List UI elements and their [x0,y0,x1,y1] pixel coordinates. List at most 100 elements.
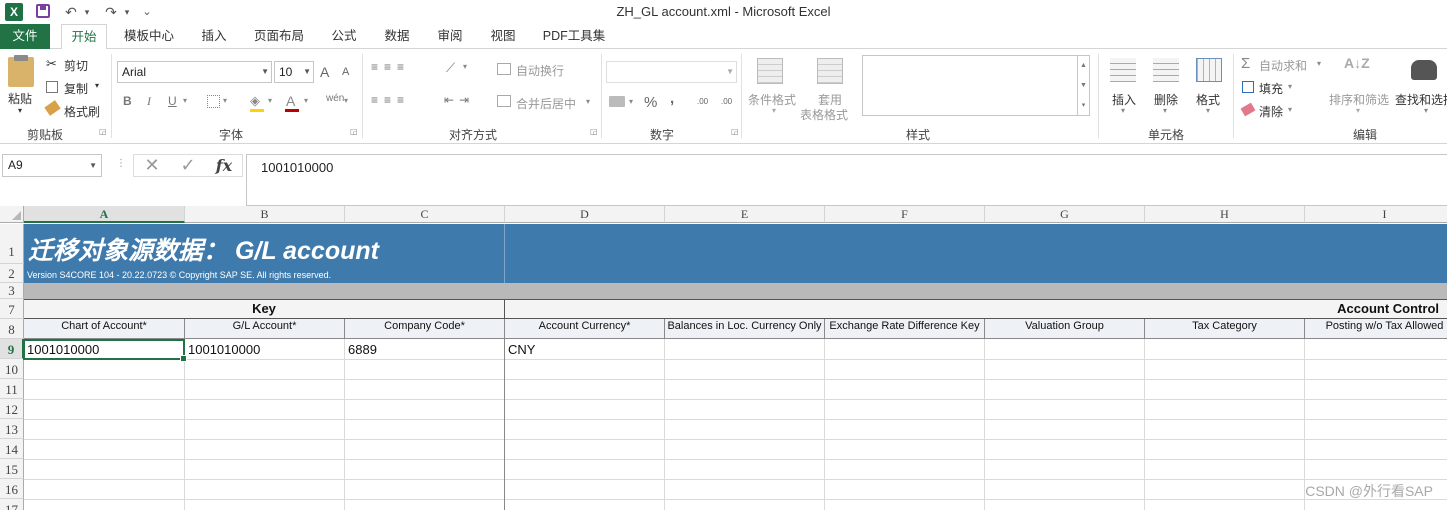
vertical-align-icons[interactable]: ≡≡≡ [371,60,410,74]
font-launcher-icon[interactable]: ◲ [350,127,358,136]
phonetic-dropdown-icon[interactable]: ▾ [344,96,348,105]
group-header-account-control[interactable]: Account Control [505,299,1447,319]
font-name-combo[interactable]: Arial ▼ [117,61,272,83]
formula-input[interactable]: 1001010000 [246,154,1447,206]
select-all-button[interactable] [0,206,24,223]
cell-c9[interactable]: 6889 [345,340,504,359]
clipboard-launcher-icon[interactable]: ◲ [99,127,107,136]
cut-button[interactable]: 剪切 [64,57,88,74]
cell-b9[interactable]: 1001010000 [185,340,344,359]
tab-insert[interactable]: 插入 [192,24,236,49]
number-format-combo[interactable]: ▼ [606,61,737,83]
delete-dropdown-icon[interactable]: ▾ [1163,106,1167,115]
paste-dropdown-icon[interactable]: ▾ [18,106,22,115]
column-header-h[interactable]: H [1145,206,1305,223]
tab-template-center[interactable]: 模板中心 [116,24,182,49]
tab-pdf-tools[interactable]: PDF工具集 [535,24,613,49]
row-header-9[interactable]: 9 [0,339,24,359]
currency-icon[interactable] [609,96,625,107]
column-header-f[interactable]: F [825,206,985,223]
cell-styles-gallery[interactable]: ▲ ▼ ▾ [862,55,1090,116]
sort-dropdown-icon[interactable]: ▾ [1356,106,1360,115]
header-posting-wo-tax[interactable]: Posting w/o Tax Allowed [1305,319,1447,339]
insert-function-icon[interactable]: fx [210,155,238,176]
fill-dropdown-icon[interactable]: ▾ [268,96,272,105]
column-header-e[interactable]: E [665,206,825,223]
format-painter-button[interactable]: 格式刷 [64,103,100,120]
orientation-icon[interactable]: ⟋ [446,60,455,76]
copy-dropdown-icon[interactable]: ▾ [95,81,99,90]
active-cell-selection[interactable] [23,339,187,362]
more-options-icon[interactable]: ⋮ [116,158,126,169]
header-account-currency[interactable]: Account Currency* [505,319,665,339]
header-balances-loc-currency[interactable]: Balances in Loc. Currency Only [665,319,825,339]
currency-dropdown-icon[interactable]: ▾ [629,97,633,106]
row-header-14[interactable]: 14 [0,439,24,459]
increase-decimal-icon[interactable]: .00 [697,97,708,106]
tab-review[interactable]: 审阅 [428,24,472,49]
header-chart-of-account[interactable]: Chart of Account* [24,319,185,339]
underline-icon[interactable]: U [168,94,177,108]
horizontal-align-icons[interactable]: ≡≡≡ [371,93,410,107]
column-header-b[interactable]: B [185,206,345,223]
italic-icon[interactable]: I [147,94,151,109]
group-header-key[interactable]: Key [24,299,505,319]
row-header-13[interactable]: 13 [0,419,24,439]
tab-view[interactable]: 视图 [481,24,525,49]
percent-icon[interactable]: % [644,94,657,111]
row-header-2[interactable]: 2 [0,264,24,283]
fill-color-icon[interactable]: ◈ [250,93,260,109]
header-exchange-rate-key[interactable]: Exchange Rate Difference Key [825,319,985,339]
insert-dropdown-icon[interactable]: ▾ [1121,106,1125,115]
find-dropdown-icon[interactable]: ▾ [1424,106,1428,115]
chevron-down-icon[interactable]: ▼ [89,155,97,176]
row-header-17[interactable]: 17 [0,499,24,510]
row-header-16[interactable]: 16 [0,479,24,499]
column-header-i[interactable]: I [1305,206,1447,223]
cell-d9[interactable]: CNY [505,340,664,359]
paste-icon[interactable] [8,57,34,87]
fill-button[interactable]: 填充 [1259,80,1283,97]
comma-icon[interactable]: , [670,90,674,107]
tab-home[interactable]: 开始 [61,24,107,50]
font-color-dropdown-icon[interactable]: ▾ [304,96,308,105]
row-header-7[interactable]: 7 [0,299,24,319]
orientation-dropdown-icon[interactable]: ▾ [463,62,467,71]
header-company-code[interactable]: Company Code* [345,319,505,339]
wrap-text-button[interactable]: 自动换行 [516,62,564,79]
name-box[interactable]: A9 ▼ [2,154,102,177]
chevron-up-icon[interactable]: ▲ [1077,56,1089,76]
row-header-1[interactable]: 1 [0,224,24,264]
tab-formulas[interactable]: 公式 [322,24,366,49]
copy-button[interactable]: 复制 [64,80,88,97]
column-header-d[interactable]: D [505,206,665,223]
autosum-dropdown-icon[interactable]: ▾ [1317,59,1321,68]
border-icon[interactable] [207,95,220,108]
chevron-down-icon[interactable]: ▼ [1077,76,1089,96]
clear-button[interactable]: 清除 [1259,103,1283,120]
row-header-3[interactable]: 3 [0,283,24,299]
tab-file[interactable]: 文件 [0,24,50,49]
header-valuation-group[interactable]: Valuation Group [985,319,1145,339]
decrease-decimal-icon[interactable]: .00 [721,97,732,106]
column-header-a[interactable]: A [24,206,185,223]
format-as-table-line2[interactable]: 表格格式 [800,106,848,123]
bold-icon[interactable]: B [123,94,132,108]
header-gl-account[interactable]: G/L Account* [185,319,345,339]
merge-dropdown-icon[interactable]: ▾ [586,97,590,106]
grow-font-icon[interactable]: A [320,64,329,80]
row-header-15[interactable]: 15 [0,459,24,479]
find-select-button[interactable]: 查找和选择 [1395,91,1447,108]
header-tax-category[interactable]: Tax Category [1145,319,1305,339]
border-dropdown-icon[interactable]: ▾ [223,96,227,105]
autosum-button[interactable]: 自动求和 [1259,57,1307,74]
alignment-launcher-icon[interactable]: ◲ [590,127,598,136]
shrink-font-icon[interactable]: A [342,66,349,78]
font-size-combo[interactable]: 10 ▼ [274,61,314,83]
conditional-dropdown-icon[interactable]: ▾ [772,106,776,115]
column-header-g[interactable]: G [985,206,1145,223]
fill-dropdown-icon[interactable]: ▾ [1288,82,1292,91]
clear-dropdown-icon[interactable]: ▾ [1288,105,1292,114]
enter-icon[interactable]: ✓ [174,155,202,176]
column-header-c[interactable]: C [345,206,505,223]
